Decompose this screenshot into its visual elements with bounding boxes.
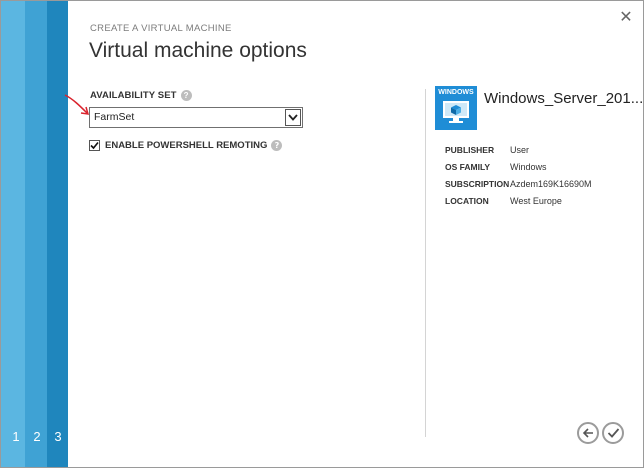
availability-set-value: FarmSet bbox=[94, 111, 135, 123]
monitor-icon bbox=[443, 101, 469, 123]
detail-key: SUBSCRIPTION bbox=[445, 179, 510, 189]
checkmark-icon bbox=[90, 141, 99, 150]
detail-key: OS FAMILY bbox=[445, 162, 491, 172]
detail-key: PUBLISHER bbox=[445, 145, 495, 155]
os-tile-label: WINDOWS bbox=[438, 89, 474, 96]
finish-button[interactable] bbox=[602, 422, 624, 444]
step-stripe-2 bbox=[25, 1, 47, 467]
close-icon[interactable]: ✕ bbox=[618, 9, 634, 25]
availability-set-label: AVAILABILITY SET? bbox=[90, 90, 192, 101]
step-3[interactable]: 3 bbox=[51, 429, 65, 444]
step-stripe-1 bbox=[1, 1, 25, 467]
back-arrow-icon bbox=[582, 428, 593, 438]
chevron-down-icon[interactable] bbox=[285, 109, 301, 126]
detail-value: User bbox=[510, 145, 530, 155]
os-image-tile: WINDOWS bbox=[435, 86, 477, 130]
powershell-remoting-label: ENABLE POWERSHELL REMOTING bbox=[105, 140, 268, 151]
step-rail: 1 2 3 bbox=[1, 1, 68, 467]
checkmark-icon bbox=[607, 428, 619, 438]
step-1[interactable]: 1 bbox=[9, 429, 23, 444]
help-icon[interactable]: ? bbox=[271, 140, 283, 151]
step-stripe-3 bbox=[47, 1, 68, 467]
wizard-title: CREATE A VIRTUAL MACHINE bbox=[90, 23, 232, 34]
powershell-remoting-row: ENABLE POWERSHELL REMOTING ? bbox=[89, 140, 283, 151]
detail-value: Azdem169K16690M bbox=[510, 179, 592, 189]
back-button[interactable] bbox=[577, 422, 599, 444]
detail-value: West Europe bbox=[510, 196, 562, 206]
availability-set-select[interactable]: FarmSet bbox=[89, 107, 303, 128]
page-title: Virtual machine options bbox=[89, 39, 307, 62]
detail-value: Windows bbox=[510, 162, 547, 172]
detail-key: LOCATION bbox=[445, 196, 489, 206]
panel-divider bbox=[425, 89, 426, 437]
image-name: Windows_Server_201... bbox=[484, 90, 644, 107]
powershell-remoting-checkbox[interactable] bbox=[89, 140, 100, 151]
help-icon[interactable]: ? bbox=[180, 90, 192, 101]
step-2[interactable]: 2 bbox=[30, 429, 44, 444]
dialog-window: 1 2 3 CREATE A VIRTUAL MACHINE Virtual m… bbox=[0, 0, 644, 468]
